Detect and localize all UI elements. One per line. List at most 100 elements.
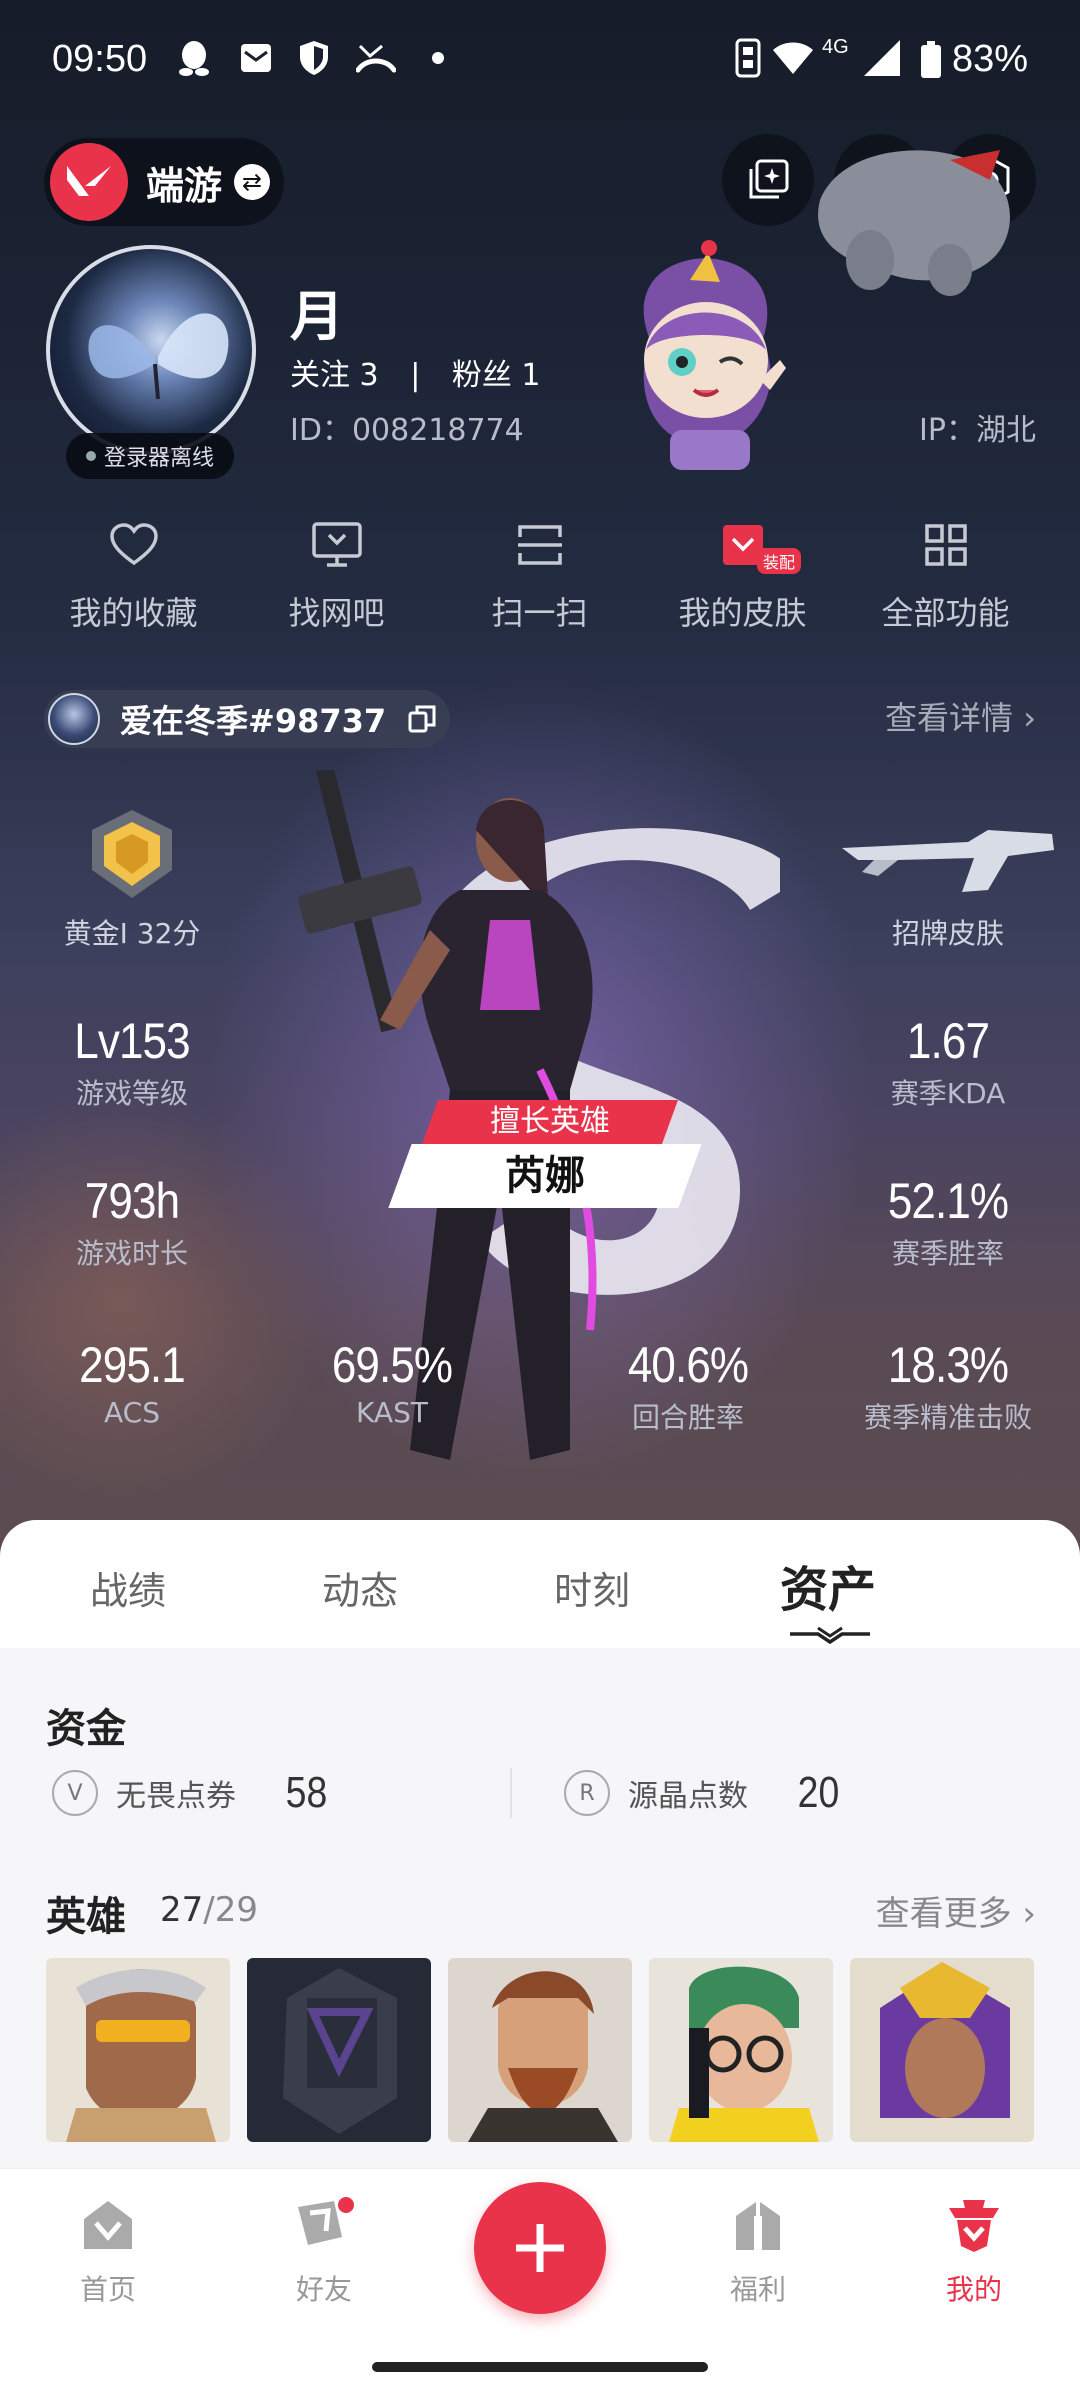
heroes-count: 27/29 xyxy=(160,1890,258,1930)
tab-records[interactable]: 战绩 xyxy=(90,1560,166,1615)
follow-count: 3 xyxy=(359,358,379,393)
acs-value: 295.1 xyxy=(79,1337,186,1393)
battery-icon xyxy=(920,40,941,78)
fans-label: 粉丝 xyxy=(451,358,512,393)
radianite-label: 源晶点数 xyxy=(628,1779,748,1814)
nav-profile[interactable]: 我的 xyxy=(904,2190,1044,2308)
agent-portrait-1 xyxy=(66,1969,216,2142)
menu-favorites[interactable]: 我的收藏 xyxy=(32,510,235,634)
mascot-sticker xyxy=(643,240,786,470)
stat-kast: 69.5% KAST xyxy=(282,1336,502,1429)
cat-sticker xyxy=(818,150,1010,296)
hero-portrait[interactable] xyxy=(649,1958,833,2142)
hero-portrait[interactable] xyxy=(448,1958,632,2142)
tab-moments[interactable]: 时刻 xyxy=(554,1560,630,1615)
mail-icon xyxy=(234,38,278,78)
nav-friends[interactable]: 好友 xyxy=(254,2190,394,2308)
butterfly-image xyxy=(88,313,229,400)
level-value: Lv153 xyxy=(74,1013,190,1069)
nav-label: 福利 xyxy=(729,2273,786,2306)
vp-value: 58 xyxy=(285,1768,328,1817)
shield-icon xyxy=(292,38,336,78)
battery-indicator: 83% xyxy=(920,38,1028,81)
heroes-title: 英雄 xyxy=(46,1894,126,1940)
agent-portrait-3 xyxy=(468,1971,618,2142)
menu-label: 我的收藏 xyxy=(69,594,198,632)
copy-icon[interactable] xyxy=(408,705,436,733)
profile-icon xyxy=(949,2200,999,2252)
battery-level: 83% xyxy=(951,38,1028,80)
winrate-label: 赛季胜率 xyxy=(891,1237,1004,1270)
stat-rank: 黄金I 32分 xyxy=(22,910,242,952)
hero-portrait[interactable] xyxy=(850,1958,1034,2142)
home-indicator xyxy=(372,2362,708,2372)
view-more-link[interactable]: 查看更多 › xyxy=(876,1886,1036,1935)
radianite-icon: R xyxy=(564,1770,610,1816)
hours-value: 793h xyxy=(84,1173,180,1229)
round-win-value: 40.6% xyxy=(627,1337,749,1393)
menu-label: 全部功能 xyxy=(881,594,1010,632)
tab-feed[interactable]: 动态 xyxy=(322,1560,398,1615)
kast-label: KAST xyxy=(356,1396,428,1429)
heart-icon xyxy=(109,523,158,566)
tab-assets[interactable]: 资产 xyxy=(780,1550,876,1620)
hero-portrait[interactable] xyxy=(46,1958,230,2142)
level-label: 游戏等级 xyxy=(75,1077,188,1110)
view-details-link[interactable]: 查看详情 › xyxy=(885,693,1036,739)
round-win-label: 回合胜率 xyxy=(631,1401,744,1434)
game-switch-button[interactable]: 端游 ⇄ xyxy=(44,138,284,226)
hero-portrait[interactable] xyxy=(247,1958,431,2142)
active-tab-indicator xyxy=(790,1626,870,1644)
follow-stats[interactable]: 关注 3 | 粉丝 1 xyxy=(290,350,540,394)
best-agent-tag: 擅长英雄 芮娜 xyxy=(388,1100,702,1210)
menu-all-features[interactable]: 全部功能 xyxy=(844,510,1047,634)
nav-home[interactable]: 首页 xyxy=(38,2190,178,2308)
menu-my-skins[interactable]: 装配 我的皮肤 xyxy=(641,510,844,634)
nav-label: 我的 xyxy=(945,2273,1002,2306)
user-id: ID：008218774 xyxy=(290,413,524,448)
avatar[interactable] xyxy=(46,245,256,455)
best-agent-label: 擅长英雄 xyxy=(490,1104,610,1139)
signature-skin-label: 招牌皮肤 xyxy=(891,917,1004,950)
grid-icon xyxy=(924,524,967,566)
swap-icon: ⇄ xyxy=(234,164,271,200)
fans-count: 1 xyxy=(521,358,541,393)
create-post-button[interactable] xyxy=(474,2182,606,2314)
home-icon xyxy=(84,2201,132,2249)
launcher-status-text: 登录器离线 xyxy=(103,446,214,471)
menu-scan[interactable]: 扫一扫 xyxy=(438,510,641,634)
valorant-logo-icon xyxy=(50,143,128,221)
account-name: 爱在冬季#98737 xyxy=(120,702,387,740)
stat-level: Lv153 游戏等级 xyxy=(22,1012,242,1112)
wifi-icon xyxy=(770,38,816,78)
view-more-label: 查看更多 xyxy=(875,1894,1012,1934)
acs-label: ACS xyxy=(104,1396,160,1429)
heroes-total: /29 xyxy=(203,1890,258,1930)
gift-icon xyxy=(736,2202,780,2250)
vibrate-icon xyxy=(730,38,766,78)
friends-icon xyxy=(298,2197,354,2245)
stat-signature-skin[interactable]: 招牌皮肤 xyxy=(838,910,1058,952)
sparkle-card-icon xyxy=(749,159,789,199)
nav-label: 好友 xyxy=(295,2273,352,2306)
funds-title: 资金 xyxy=(46,1706,126,1752)
kast-value: 69.5% xyxy=(331,1337,453,1393)
notification-dot-icon xyxy=(426,38,450,78)
funds-item-vp: V 无畏点券 58 xyxy=(52,1768,331,1818)
chevron-right-icon: › xyxy=(1023,699,1036,737)
radianite-value: 20 xyxy=(797,1768,840,1817)
winrate-value: 52.1% xyxy=(887,1173,1009,1229)
game-account-chip[interactable]: 爱在冬季#98737 xyxy=(44,690,450,748)
nav-welfare[interactable]: 福利 xyxy=(688,2190,828,2308)
offline-dot-icon xyxy=(85,451,96,461)
follow-label: 关注 xyxy=(290,358,350,393)
vp-label: 无畏点券 xyxy=(116,1779,236,1814)
content-tabs: 战绩 动态 时刻 资产 xyxy=(0,1520,1080,1650)
gold-rank-icon xyxy=(92,810,172,898)
stat-kda: 1.67 赛季KDA xyxy=(838,1012,1058,1112)
menu-internet-cafe[interactable]: 找网吧 xyxy=(235,510,438,634)
account-avatar xyxy=(48,693,100,745)
monitor-icon xyxy=(311,522,362,567)
stat-winrate: 52.1% 赛季胜率 xyxy=(838,1172,1058,1272)
launcher-status-badge: 登录器离线 xyxy=(66,433,234,479)
